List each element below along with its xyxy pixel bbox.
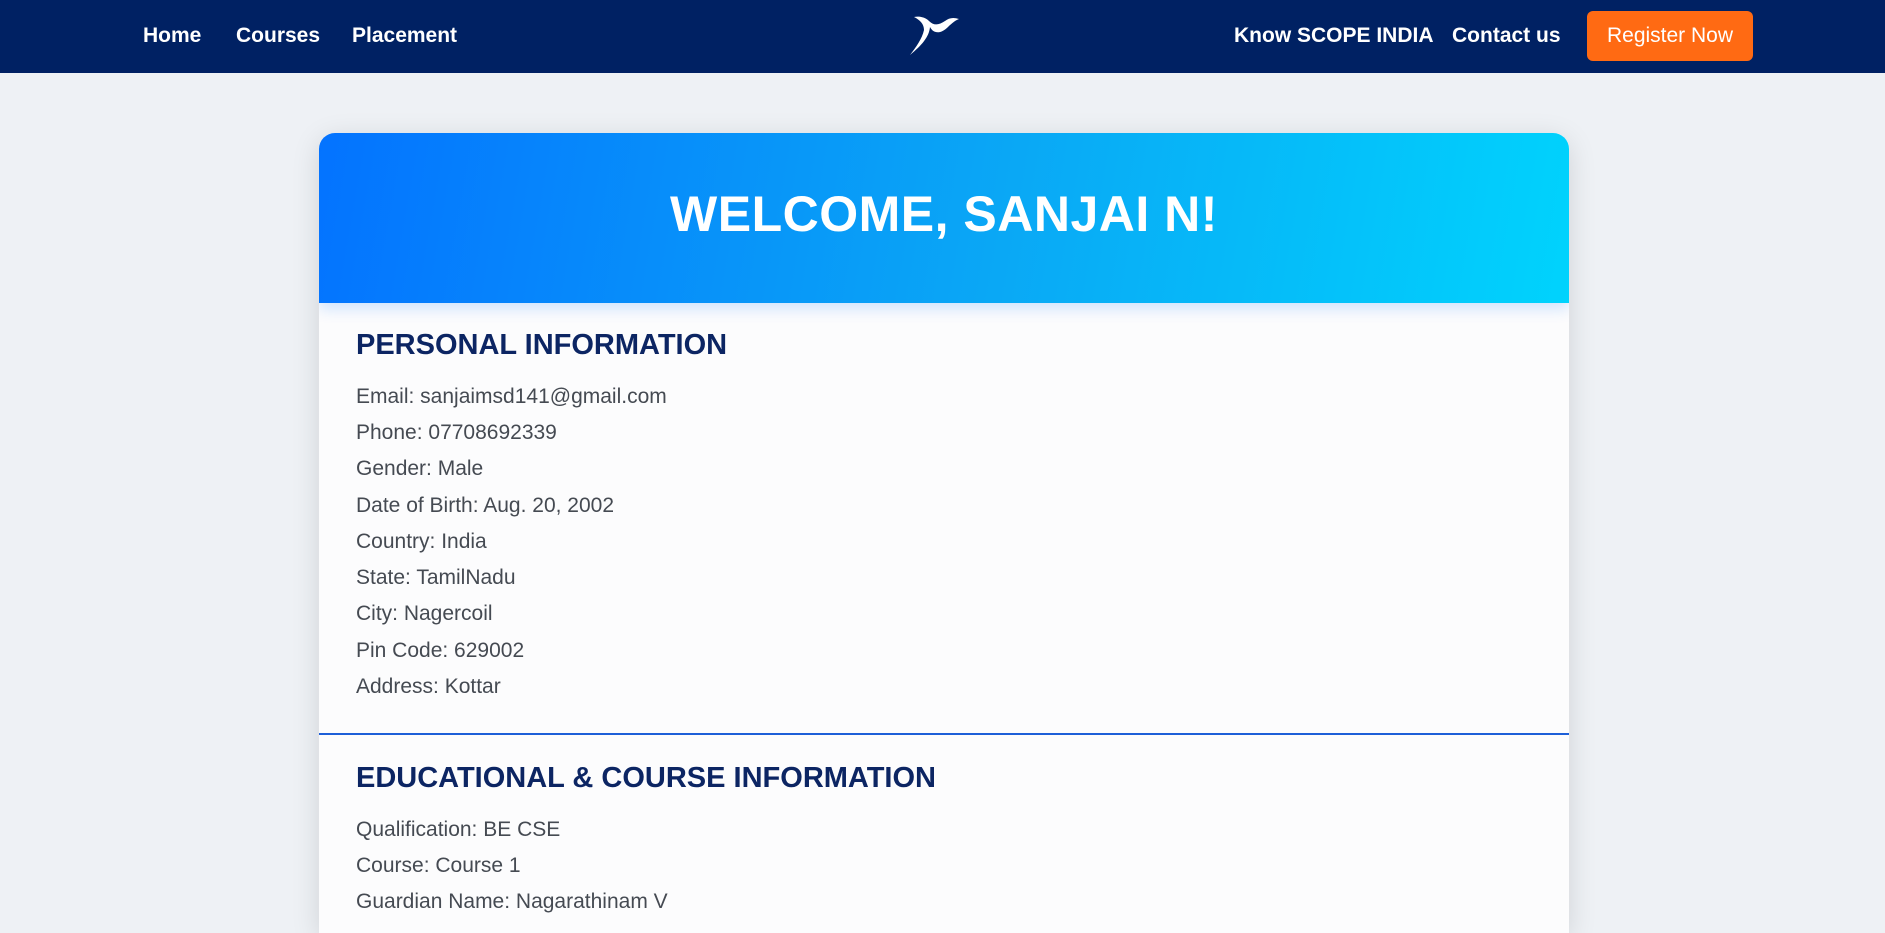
nav-know-scope-india-link[interactable]: Know SCOPE INDIA — [1234, 22, 1434, 50]
gender-info: Gender: Male — [356, 457, 484, 480]
phone-info: Phone: 07708692339 — [356, 421, 557, 444]
nav-home-link[interactable]: Home — [143, 22, 201, 50]
nav-contact-us-link[interactable]: Contact us — [1452, 22, 1561, 50]
nav-placement-link[interactable]: Placement — [352, 22, 457, 50]
profile-card: WELCOME, SANJAI N! PERSONAL INFORMATION … — [319, 133, 1569, 933]
course-info: Course: Course 1 — [356, 854, 521, 877]
qualification-info: Qualification: BE CSE — [356, 818, 561, 841]
top-navbar: Home Courses Placement Know SCOPE INDIA … — [0, 0, 1885, 73]
city-info: City: Nagercoil — [356, 602, 493, 625]
email-info: Email: sanjaimsd141@gmail.com — [356, 385, 667, 408]
welcome-banner: WELCOME, SANJAI N! — [319, 133, 1569, 303]
nav-courses-link[interactable]: Courses — [236, 22, 320, 50]
dob-info: Date of Birth: Aug. 20, 2002 — [356, 494, 615, 517]
personal-info-heading: PERSONAL INFORMATION — [356, 329, 728, 361]
guardian-info: Guardian Name: Nagarathinam V — [356, 890, 668, 913]
address-info: Address: Kottar — [356, 675, 501, 698]
bird-logo-icon[interactable] — [908, 14, 960, 56]
register-now-button[interactable]: Register Now — [1587, 11, 1753, 61]
section-divider — [319, 733, 1569, 735]
state-info: State: TamilNadu — [356, 566, 516, 589]
pincode-info: Pin Code: 629002 — [356, 639, 525, 662]
welcome-heading: WELCOME, SANJAI N! — [670, 186, 1218, 242]
education-info-heading: EDUCATIONAL & COURSE INFORMATION — [356, 762, 936, 794]
country-info: Country: India — [356, 530, 487, 553]
